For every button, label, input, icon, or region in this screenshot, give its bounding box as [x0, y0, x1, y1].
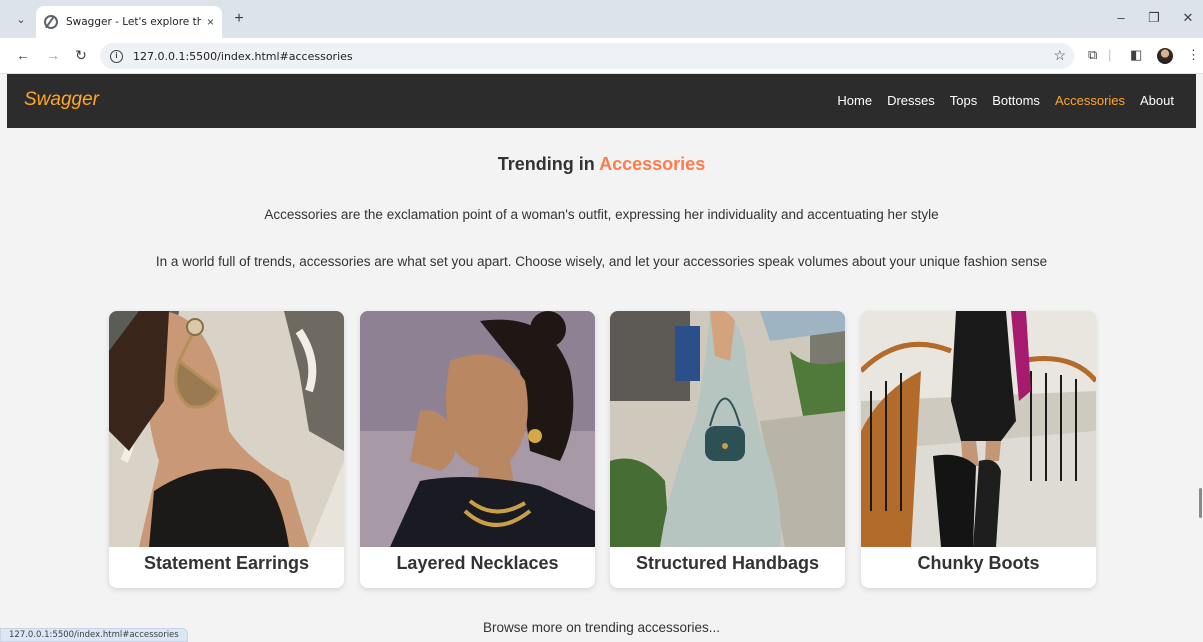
tab-close-icon[interactable]: × — [207, 15, 214, 29]
tab-title: Swagger - Let's explore the tre — [66, 16, 201, 28]
accessory-cards: Statement Earrings Layered Necklaces Str… — [109, 311, 1099, 588]
browser-tab[interactable]: Swagger - Let's explore the tre × — [36, 6, 222, 38]
brand-logo[interactable]: Swagger — [24, 89, 99, 111]
nav-home[interactable]: Home — [837, 93, 872, 108]
card-label: Structured Handbags — [635, 553, 820, 573]
section-heading: Trending in Accessories — [0, 154, 1203, 175]
address-url[interactable]: 127.0.0.1:5500/index.html#accessories — [133, 50, 353, 63]
forward-arrow-icon[interactable]: → — [44, 47, 62, 63]
new-tab-button[interactable]: + — [230, 10, 248, 28]
restore-icon[interactable]: ❐ — [1144, 10, 1164, 26]
boots-photo — [861, 311, 1096, 547]
card-label: Chunky Boots — [917, 553, 1040, 573]
status-bar-url: 127.0.0.1:5500/index.html#accessories — [0, 628, 188, 642]
intro-paragraph-1: Accessories are the exclamation point of… — [264, 207, 939, 222]
handbags-photo — [610, 311, 845, 547]
nav-bottoms[interactable]: Bottoms — [992, 93, 1040, 108]
card-label: Statement Earrings — [143, 553, 310, 573]
tab-search-chevron-icon[interactable]: ⌄ — [12, 10, 30, 28]
address-bar[interactable]: i 127.0.0.1:5500/index.html#accessories … — [100, 43, 1074, 69]
globe-favicon-icon — [44, 15, 58, 29]
minimize-icon[interactable]: – — [1111, 10, 1131, 25]
card-statement-earrings[interactable]: Statement Earrings — [109, 311, 344, 588]
bookmark-star-icon[interactable]: ☆ — [1053, 47, 1066, 64]
extensions-puzzle-icon[interactable]: ⧉ — [1088, 47, 1097, 63]
page-scrollbar-thumb[interactable] — [1199, 488, 1202, 518]
browser-toolbar: ← → ↻ i 127.0.0.1:5500/index.html#access… — [0, 38, 1203, 74]
intro-paragraph-2: In a world full of trends, accessories a… — [155, 254, 1048, 269]
nav-tops[interactable]: Tops — [950, 93, 977, 108]
toolbar-divider: | — [1108, 47, 1112, 62]
nav-dresses[interactable]: Dresses — [887, 93, 935, 108]
heading-prefix: Trending in — [497, 154, 600, 174]
card-chunky-boots[interactable]: Chunky Boots — [861, 311, 1096, 588]
card-label: Layered Necklaces — [396, 553, 559, 573]
nav-links: Home Dresses Tops Bottoms Accessories Ab… — [822, 93, 1174, 108]
nav-accessories[interactable]: Accessories — [1055, 93, 1125, 108]
site-navbar: Swagger Home Dresses Tops Bottoms Access… — [7, 74, 1196, 128]
nav-about[interactable]: About — [1140, 93, 1174, 108]
reload-icon[interactable]: ↻ — [72, 47, 90, 64]
browser-tab-strip: ⌄ Swagger - Let's explore the tre × + – … — [0, 0, 1203, 38]
heading-accent: Accessories — [599, 154, 706, 174]
site-info-icon[interactable]: i — [110, 49, 123, 63]
profile-avatar[interactable] — [1157, 48, 1173, 64]
close-window-icon[interactable]: ✕ — [1178, 10, 1198, 26]
side-panel-icon[interactable]: ◧ — [1130, 47, 1142, 63]
earrings-photo — [109, 311, 344, 547]
back-arrow-icon[interactable]: ← — [14, 47, 32, 63]
card-layered-necklaces[interactable]: Layered Necklaces — [360, 311, 595, 588]
kebab-menu-icon[interactable]: ⋮ — [1187, 47, 1200, 63]
card-structured-handbags[interactable]: Structured Handbags — [610, 311, 845, 588]
necklaces-photo — [360, 311, 595, 547]
